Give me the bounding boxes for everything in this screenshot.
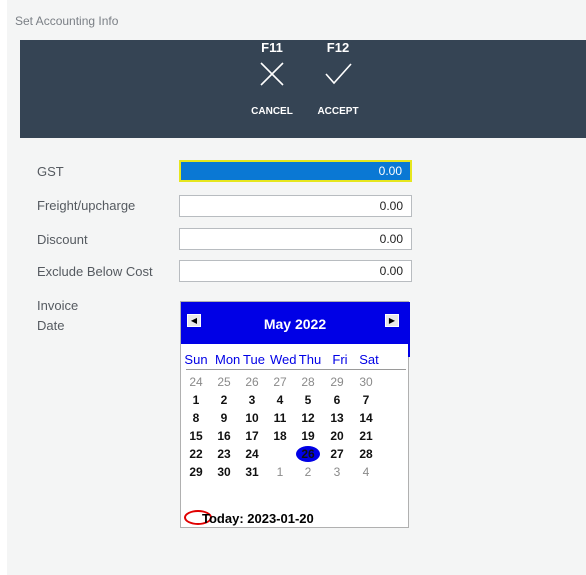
calendar-day[interactable]: 20 [325, 428, 349, 444]
calendar-day[interactable]: 4 [268, 392, 292, 408]
calendar-day[interactable]: 14 [354, 410, 378, 426]
today-link[interactable]: Today: 2023-01-20 [186, 511, 314, 526]
today-label: Today: 2023-01-20 [202, 511, 314, 526]
x-icon [260, 62, 284, 86]
gst-field[interactable]: 0.00 [179, 160, 412, 182]
calendar-header: ◀ May 2022 ▶ [181, 302, 409, 344]
title-bar: Set Accounting Info [7, 0, 586, 40]
weekday-fri: Fri [332, 352, 348, 367]
calendar-day[interactable]: 13 [325, 410, 349, 426]
cancel-shortcut-key: F11 [261, 40, 283, 55]
calendar-day[interactable]: 7 [354, 392, 378, 408]
calendar-day[interactable]: 21 [354, 428, 378, 444]
weekday-separator [186, 369, 406, 370]
weekday-sun: Sun [184, 352, 208, 367]
weekday-wed: Wed [270, 352, 297, 367]
calendar-day[interactable]: 26 [296, 446, 320, 462]
cancel-label: CANCEL [251, 106, 293, 117]
calendar-day[interactable]: 25 [268, 446, 292, 462]
calendar-day[interactable]: 27 [325, 446, 349, 462]
calendar-month-label: May 2022 [263, 316, 327, 332]
calendar-day[interactable]: 16 [212, 428, 236, 444]
accept-label: ACCEPT [317, 106, 359, 117]
freight-field[interactable]: 0.00 [179, 195, 412, 217]
calendar-day[interactable]: 8 [184, 410, 208, 426]
toolbar: F11 CANCEL F12 ACCEPT [20, 40, 586, 138]
calendar-day[interactable]: 26 [240, 374, 264, 390]
calendar-day[interactable]: 24 [184, 374, 208, 390]
calendar-day[interactable]: 2 [212, 392, 236, 408]
calendar-day[interactable]: 28 [354, 446, 378, 462]
calendar-day[interactable]: 2 [296, 464, 320, 480]
calendar-day[interactable]: 25 [212, 374, 236, 390]
calendar-day[interactable]: 6 [325, 392, 349, 408]
calendar-day[interactable]: 3 [240, 392, 264, 408]
calendar-day[interactable]: 5 [296, 392, 320, 408]
calendar-day[interactable]: 11 [268, 410, 292, 426]
calendar-day[interactable]: 22 [184, 446, 208, 462]
weekday-mon: Mon [215, 352, 241, 367]
accept-shortcut-key: F12 [326, 40, 350, 55]
calendar-day[interactable]: 29 [184, 464, 208, 480]
calendar-day[interactable]: 1 [268, 464, 292, 480]
dialog-window: Set Accounting Info F11 CANCEL F12 ACCEP… [7, 0, 586, 575]
weekday-tue: Tue [243, 352, 265, 367]
calendar-day[interactable]: 29 [325, 374, 349, 390]
gst-label: GST [37, 164, 64, 179]
check-icon [325, 63, 352, 85]
cancel-button[interactable]: F11 CANCEL [242, 40, 302, 138]
calendar-day[interactable]: 30 [212, 464, 236, 480]
exclude-below-cost-field[interactable]: 0.00 [179, 260, 412, 282]
invoice-date-calendar[interactable]: ◀ May 2022 ▶ Sun Mon Tue Wed Thu Fri Sat… [180, 301, 410, 528]
right-arrow-icon[interactable]: ▶ [385, 314, 399, 327]
calendar-day[interactable]: 10 [240, 410, 264, 426]
discount-label: Discount [37, 232, 88, 247]
calendar-day[interactable]: 27 [268, 374, 292, 390]
calendar-edge [408, 302, 410, 357]
invoice-label: Invoice [37, 298, 79, 313]
calendar-day[interactable]: 30 [354, 374, 378, 390]
calendar-day[interactable]: 4 [354, 464, 378, 480]
calendar-day[interactable]: 17 [240, 428, 264, 444]
accounting-form: GST 0.00 Freight/upcharge 0.00 Discount … [20, 138, 586, 575]
accept-button[interactable]: F12 ACCEPT [308, 40, 368, 138]
freight-label: Freight/upcharge [37, 198, 136, 213]
calendar-day[interactable]: 19 [296, 428, 320, 444]
weekday-thu: Thu [298, 352, 322, 367]
discount-field[interactable]: 0.00 [179, 228, 412, 250]
calendar-day[interactable]: 1 [184, 392, 208, 408]
calendar-day[interactable]: 9 [212, 410, 236, 426]
calendar-day[interactable]: 31 [240, 464, 264, 480]
date-label: Date [37, 318, 65, 333]
calendar-day[interactable]: 28 [296, 374, 320, 390]
calendar-day[interactable]: 18 [268, 428, 292, 444]
weekday-sat: Sat [359, 352, 379, 367]
calendar-day[interactable]: 23 [212, 446, 236, 462]
exclude-below-cost-label: Exclude Below Cost [37, 264, 153, 279]
calendar-day[interactable]: 15 [184, 428, 208, 444]
calendar-day[interactable]: 24 [240, 446, 264, 462]
calendar-day[interactable]: 12 [296, 410, 320, 426]
calendar-day[interactable]: 3 [325, 464, 349, 480]
window-title: Set Accounting Info [15, 14, 119, 28]
